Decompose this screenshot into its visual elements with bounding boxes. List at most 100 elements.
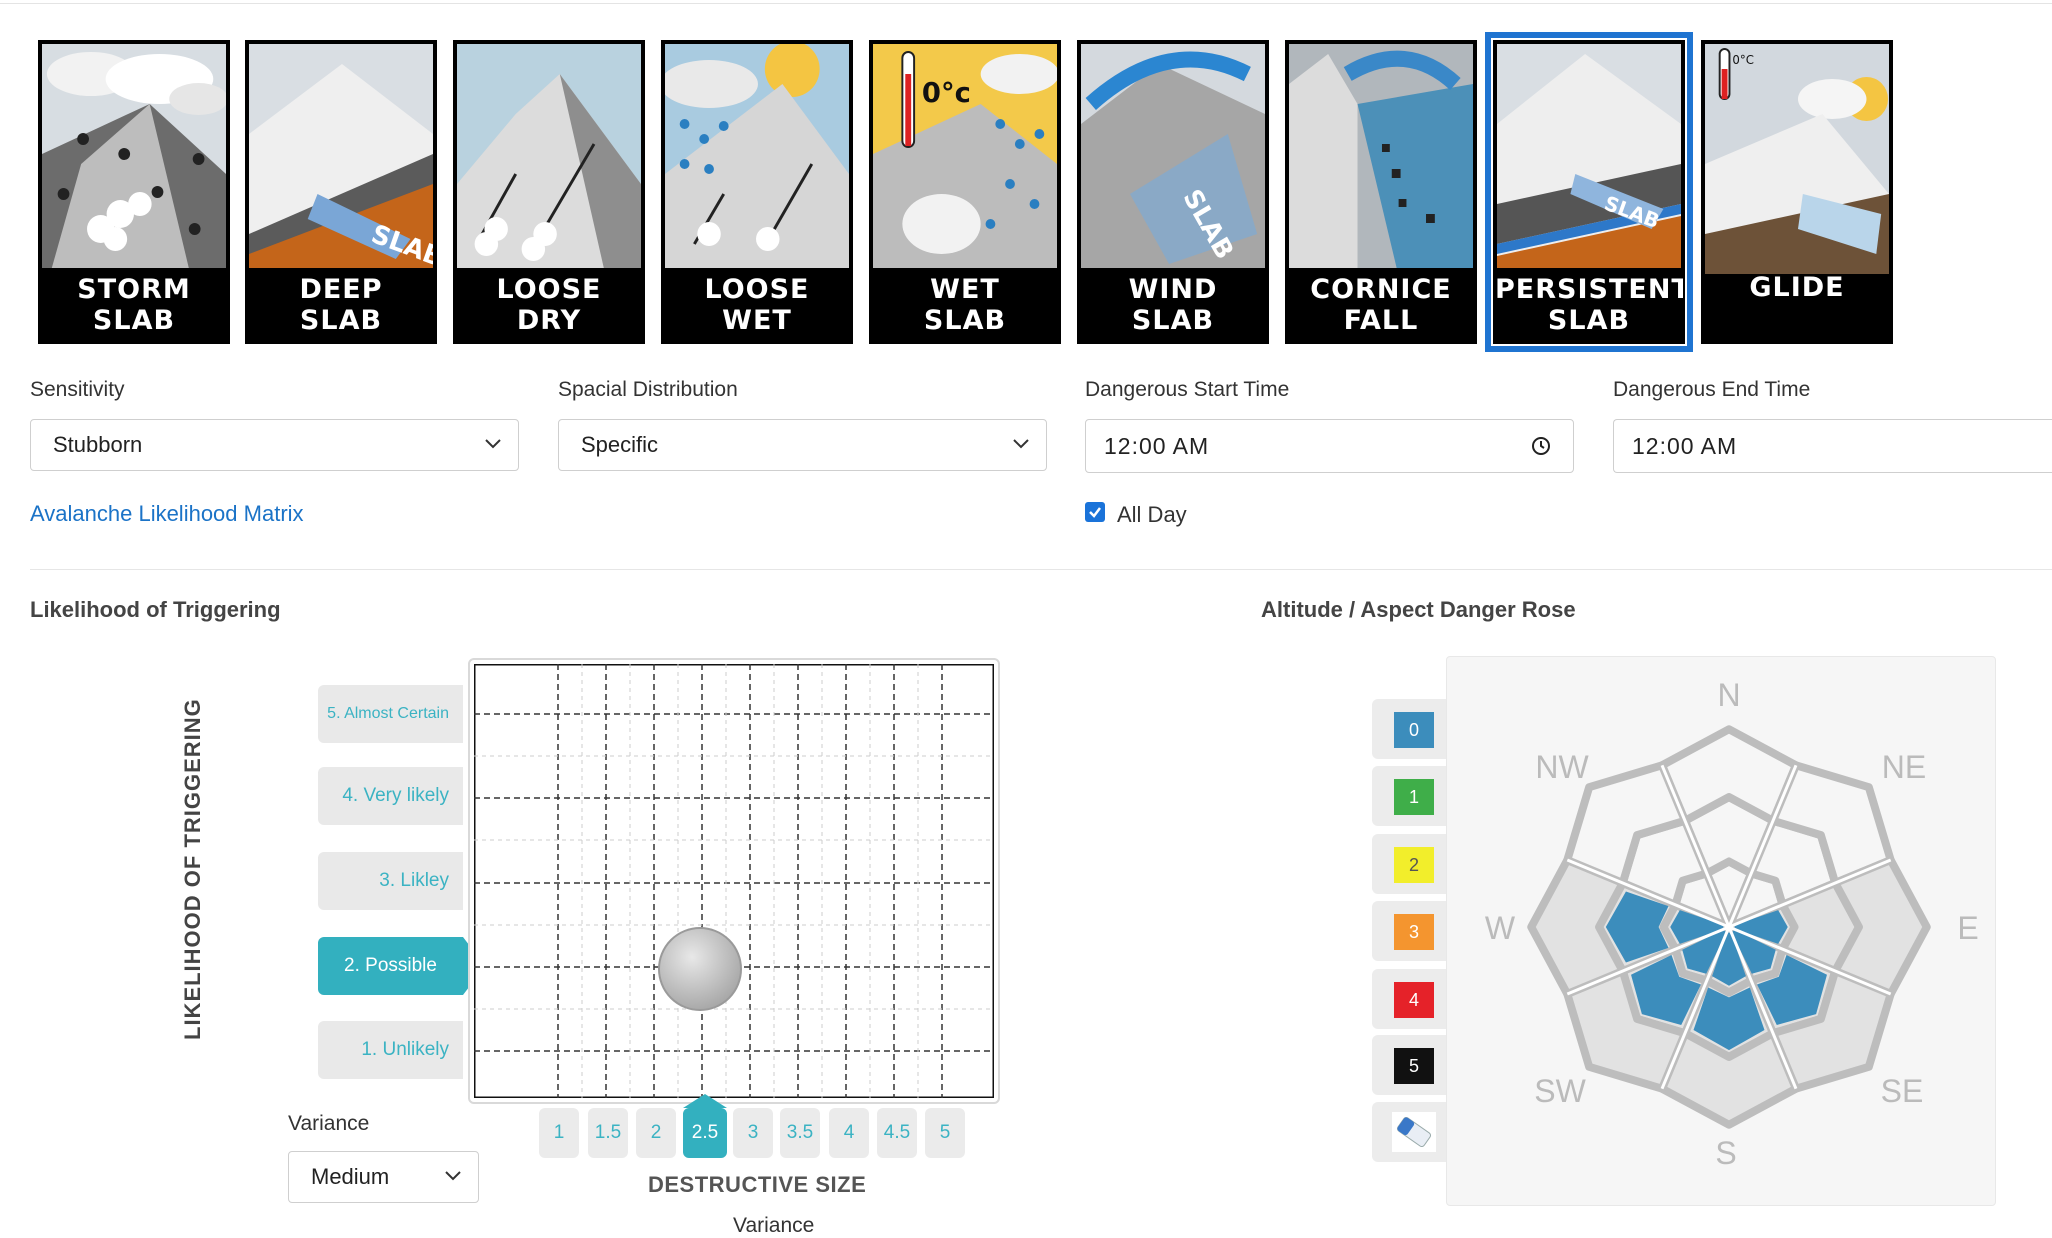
all-day-checkbox[interactable] — [1085, 502, 1105, 522]
likelihood-level-5[interactable]: 5. Almost Certain — [318, 685, 463, 743]
danger-level-swatch: 1 — [1394, 779, 1434, 815]
likelihood-level-4[interactable]: 4. Very likely — [318, 767, 463, 825]
tile-label-line1: PERSISTENT — [1495, 274, 1685, 305]
tile-label-line1: LOOSE — [496, 274, 602, 305]
danger-level-swatch: 3 — [1394, 914, 1434, 950]
size-variance-label: Variance — [733, 1214, 815, 1237]
start-time-label: Dangerous Start Time — [1085, 378, 1290, 401]
tile-label-line2: DRY — [516, 305, 582, 336]
size-option[interactable]: 1 — [539, 1108, 579, 1158]
likelihood-matrix-grid[interactable] — [474, 664, 994, 1098]
tile-loose-dry[interactable]: LOOSE DRY — [453, 40, 645, 344]
spatial-distribution-label: Spacial Distribution — [558, 378, 738, 401]
danger-level-swatch: 2 — [1394, 847, 1434, 883]
sensitivity-label: Sensitivity — [30, 378, 125, 401]
likelihood-size-marker[interactable] — [658, 927, 742, 1011]
tile-persistent-slab[interactable]: SLAB PERSISTENT SLAB — [1485, 32, 1693, 352]
size-option-selected[interactable]: 2.5 — [683, 1094, 727, 1158]
size-option[interactable]: 3.5 — [780, 1108, 820, 1158]
likelihood-title: Likelihood of Triggering — [30, 597, 281, 622]
eraser-tool[interactable] — [1372, 1102, 1446, 1162]
eraser-icon — [1392, 1112, 1436, 1152]
size-option[interactable]: 4.5 — [877, 1108, 917, 1158]
likelihood-level-3[interactable]: 3. Likley — [318, 852, 463, 910]
danger-level-swatch: 4 — [1394, 982, 1434, 1018]
cornice-fall-illustration — [1289, 44, 1473, 268]
loose-dry-illustration — [457, 44, 641, 268]
danger-level-5[interactable]: 5 — [1372, 1035, 1446, 1095]
variance-label: Variance — [288, 1112, 370, 1135]
tile-label-line1: DEEP — [299, 274, 383, 305]
tile-label-line2: SLAB — [1547, 305, 1631, 336]
all-day-label: All Day — [1117, 502, 1187, 527]
likelihood-level-2-selected[interactable]: 2. Possible — [318, 937, 485, 995]
tile-wet-slab[interactable]: 0°c WET SLAB — [869, 40, 1061, 344]
rose-dir-s: S — [1715, 1135, 1736, 1171]
spatial-distribution-select[interactable]: Specific — [558, 419, 1047, 471]
tile-label-line2: SLAB — [1131, 305, 1215, 336]
wind-slab-illustration: SLAB — [1081, 44, 1265, 268]
likelihood-level-1[interactable]: 1. Unlikely — [318, 1021, 463, 1079]
rose-dir-sw: SW — [1534, 1073, 1586, 1109]
sensitivity-value: Stubborn — [53, 432, 143, 457]
danger-level-0[interactable]: 0 — [1372, 699, 1446, 759]
size-option[interactable]: 1.5 — [588, 1108, 628, 1158]
sensitivity-select[interactable]: Stubborn — [30, 419, 519, 471]
danger-level-3[interactable]: 3 — [1372, 901, 1446, 961]
temp-art-text: 0°c — [922, 76, 971, 109]
chevron-down-icon — [445, 1171, 461, 1181]
checkmark-icon — [1089, 507, 1101, 518]
danger-level-4[interactable]: 4 — [1372, 969, 1446, 1029]
tile-label-line2: SLAB — [92, 305, 176, 336]
likelihood-matrix-link[interactable]: Avalanche Likelihood Matrix — [30, 501, 304, 527]
wet-slab-illustration: 0°c — [873, 44, 1057, 268]
tile-label-line2: SLAB — [923, 305, 1007, 336]
tile-label-line1: LOOSE — [704, 274, 810, 305]
tile-label-line2: SLAB — [299, 305, 383, 336]
section-divider — [30, 569, 2052, 570]
tile-label-line1: STORM — [77, 274, 191, 305]
size-option[interactable]: 4 — [829, 1108, 869, 1158]
tile-label-line2: FALL — [1343, 305, 1419, 336]
size-option[interactable]: 3 — [733, 1108, 773, 1158]
danger-level-swatch: 0 — [1394, 712, 1434, 748]
danger-level-1[interactable]: 1 — [1372, 766, 1446, 826]
tile-label-line1: CORNICE — [1310, 274, 1452, 305]
tile-glide[interactable]: 0°C GLIDE — [1701, 40, 1893, 344]
persistent-slab-illustration: SLAB — [1497, 44, 1681, 268]
clock-icon[interactable] — [1531, 436, 1551, 456]
rose-dir-ne: NE — [1882, 749, 1926, 785]
tile-label-line2: WET — [722, 305, 792, 336]
tile-deep-slab[interactable]: SLAB DEEP SLAB — [245, 40, 437, 344]
end-time-input[interactable]: 12:00 AM — [1613, 419, 2052, 473]
danger-rose-title: Altitude / Aspect Danger Rose — [1261, 597, 1576, 622]
rose-dir-n: N — [1717, 677, 1740, 713]
glide-illustration: 0°C — [1705, 44, 1889, 274]
variance-value: Medium — [311, 1164, 390, 1189]
start-time-input[interactable]: 12:00 AM — [1085, 419, 1574, 473]
size-option[interactable]: 5 — [925, 1108, 965, 1158]
rose-dir-se: SE — [1881, 1073, 1924, 1109]
likelihood-axis-label: LIKELIHOOD OF TRIGGERING — [180, 698, 205, 1040]
tile-label-line1: WIND — [1128, 274, 1218, 305]
tile-wind-slab[interactable]: SLAB WIND SLAB — [1077, 40, 1269, 344]
top-divider — [0, 3, 2052, 4]
tile-loose-wet[interactable]: LOOSE WET — [661, 40, 853, 344]
loose-wet-illustration — [665, 44, 849, 268]
rose-dir-e: E — [1957, 910, 1978, 946]
end-time-value: 12:00 AM — [1632, 433, 1738, 459]
danger-level-swatch: 5 — [1394, 1048, 1434, 1084]
size-option[interactable]: 2 — [636, 1108, 676, 1158]
tile-label-line1: GLIDE — [1749, 272, 1845, 303]
tile-storm-slab[interactable]: STORM SLAB — [38, 40, 230, 344]
tile-cornice-fall[interactable]: CORNICE FALL — [1285, 40, 1477, 344]
chevron-down-icon — [1013, 439, 1029, 449]
start-time-value: 12:00 AM — [1104, 433, 1210, 459]
spatial-distribution-value: Specific — [581, 432, 659, 457]
danger-level-2[interactable]: 2 — [1372, 834, 1446, 894]
danger-rose[interactable]: N NE E SE S SW W NW — [1446, 656, 1994, 1204]
variance-select[interactable]: Medium — [288, 1151, 479, 1203]
end-time-label: Dangerous End Time — [1613, 378, 1811, 401]
chevron-down-icon — [485, 439, 501, 449]
storm-slab-illustration — [42, 44, 226, 268]
